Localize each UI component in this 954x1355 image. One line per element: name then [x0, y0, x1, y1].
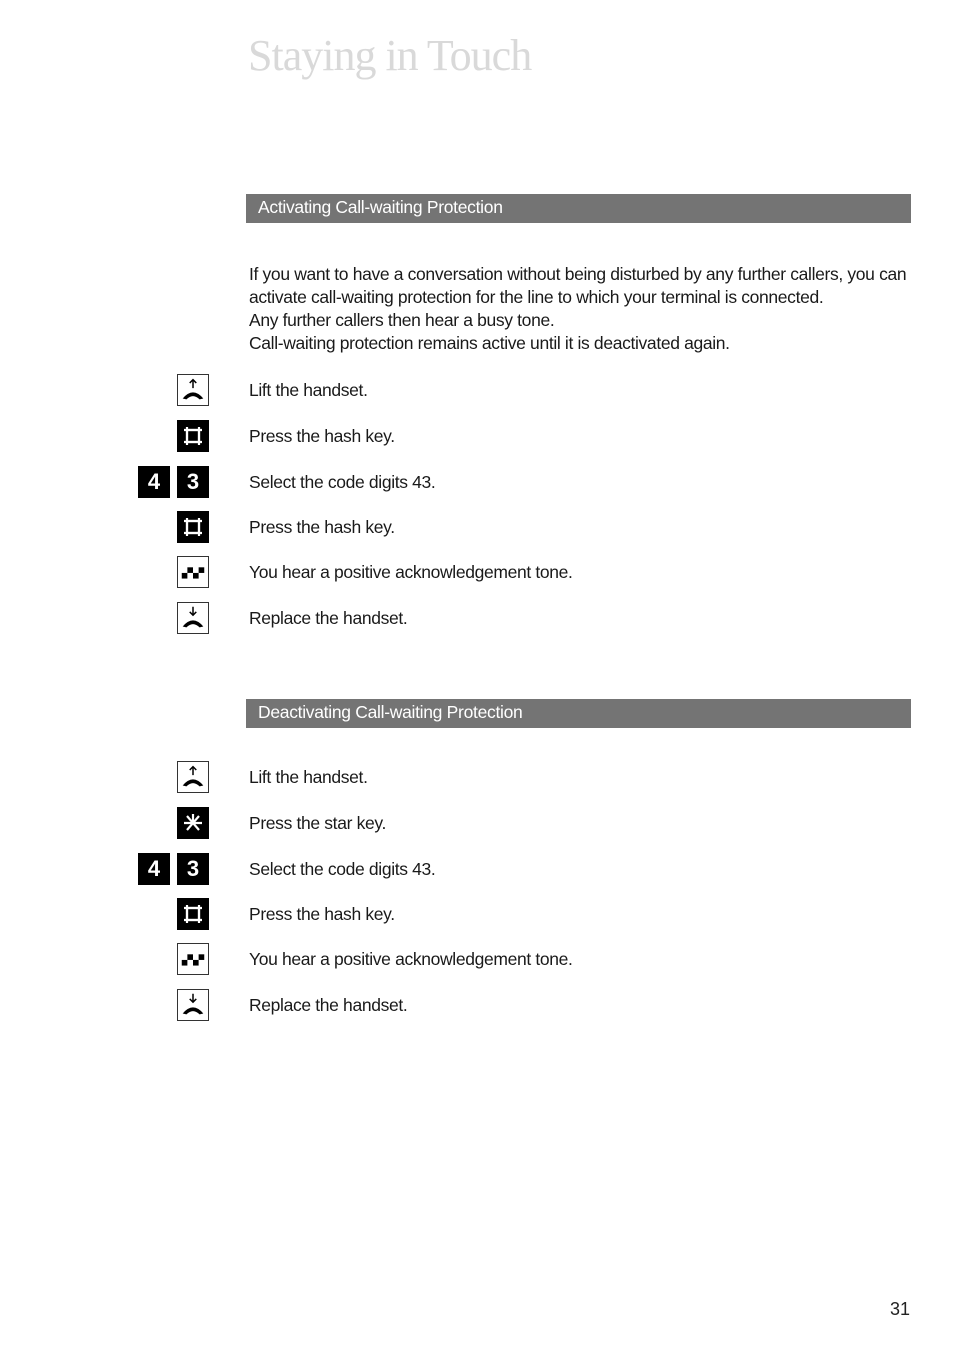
step-text: Select the code digits 43.	[249, 472, 436, 492]
digit-4-key: 4	[138, 853, 170, 885]
replace-handset-icon	[177, 602, 209, 634]
step-text: Replace the handset.	[249, 995, 408, 1015]
step-row: You hear a positive acknowledgement tone…	[0, 556, 954, 590]
intro-paragraph: Any further callers then hear a busy ton…	[249, 310, 555, 330]
hash-key-icon	[177, 420, 209, 452]
step-row: Press the hash key.	[0, 420, 954, 454]
step-row: Replace the handset.	[0, 602, 954, 636]
section-heading-deactivating: Deactivating Call-waiting Protection	[246, 699, 911, 728]
step-text: Replace the handset.	[249, 608, 408, 628]
step-row: Lift the handset.	[0, 761, 954, 795]
hash-key-icon	[177, 898, 209, 930]
digit-label: 3	[186, 469, 200, 494]
digit-3-key: 3	[177, 853, 209, 885]
acknowledgement-tone-icon	[177, 943, 209, 975]
acknowledgement-tone-icon	[177, 556, 209, 588]
step-text: You hear a positive acknowledgement tone…	[249, 949, 573, 969]
page-title: Staying in Touch	[248, 31, 532, 80]
step-text: Press the star key.	[249, 813, 386, 833]
step-text: You hear a positive acknowledgement tone…	[249, 562, 573, 582]
intro-text: If you want to have a conversation witho…	[249, 263, 919, 355]
hash-key-icon	[177, 511, 209, 543]
step-row: Replace the handset.	[0, 989, 954, 1023]
digit-label: 3	[186, 856, 200, 881]
step-text: Lift the handset.	[249, 380, 368, 400]
lift-handset-icon	[177, 374, 209, 406]
step-row: Lift the handset.	[0, 374, 954, 408]
step-text: Press the hash key.	[249, 904, 395, 924]
step-text: Lift the handset.	[249, 767, 368, 787]
digit-label: 4	[147, 856, 161, 881]
step-row: You hear a positive acknowledgement tone…	[0, 943, 954, 977]
replace-handset-icon	[177, 989, 209, 1021]
digit-4-key: 4	[138, 466, 170, 498]
step-text: Select the code digits 43.	[249, 859, 436, 879]
step-row: Press the hash key.	[0, 898, 954, 932]
step-row: Press the star key.	[0, 807, 954, 841]
step-text: Press the hash key.	[249, 517, 395, 537]
digit-3-key: 3	[177, 466, 209, 498]
star-key-icon	[177, 807, 209, 839]
digit-label: 4	[147, 469, 161, 494]
section-heading-activating: Activating Call-waiting Protection	[246, 194, 911, 223]
step-row: 4 3 Select the code digits 43.	[0, 853, 954, 887]
intro-paragraph: If you want to have a conversation witho…	[249, 264, 907, 307]
step-text: Press the hash key.	[249, 426, 395, 446]
page-number: 31	[890, 1299, 911, 1319]
intro-paragraph: Call-waiting protection remains active u…	[249, 333, 730, 353]
step-row: 4 3 Select the code digits 43.	[0, 466, 954, 500]
step-row: Press the hash key.	[0, 511, 954, 545]
lift-handset-icon	[177, 761, 209, 793]
